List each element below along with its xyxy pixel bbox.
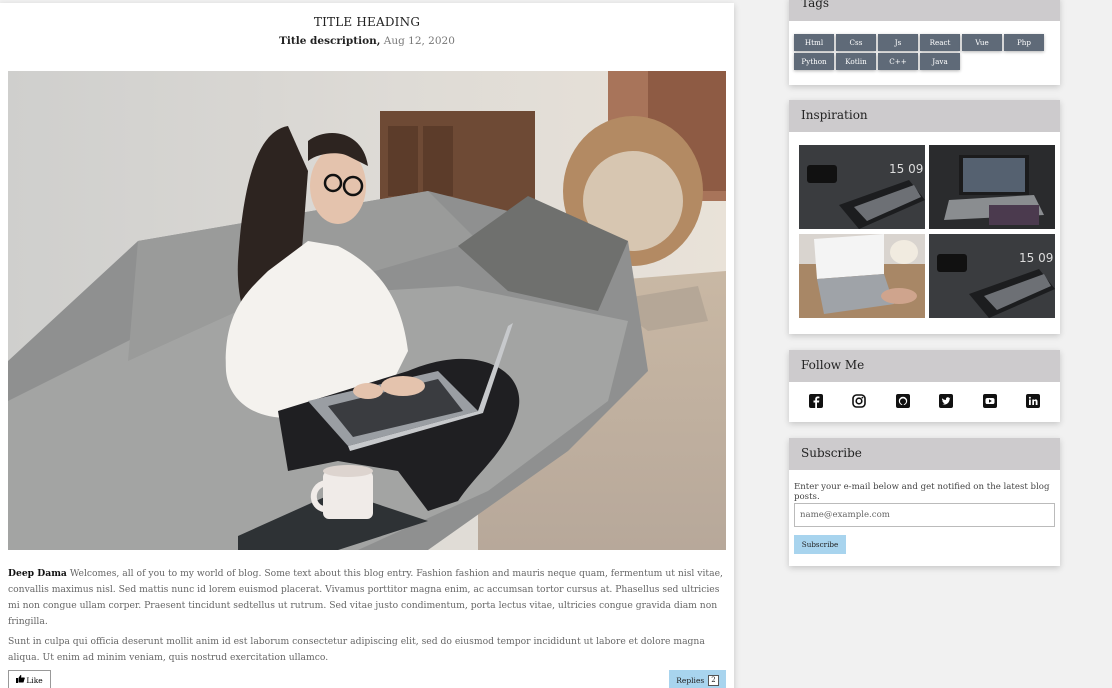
inspiration-heading: Inspiration — [789, 100, 1060, 132]
post-body: Deep Dama Welcomes, all of you to my wor… — [8, 566, 724, 670]
inspiration-card: Inspiration 15 09 15 09 — [789, 100, 1060, 334]
tag-python[interactable]: Python — [794, 53, 834, 70]
post-title: TITLE HEADING — [313, 15, 421, 29]
subscribe-card: Subscribe Enter your e-mail below and ge… — [789, 438, 1060, 566]
post-date: Aug 12, 2020 — [383, 35, 455, 47]
replies-count-badge: 2 — [708, 674, 719, 686]
linkedin-icon[interactable] — [1025, 393, 1041, 409]
twitter-icon[interactable] — [938, 393, 954, 409]
follow-heading: Follow Me — [789, 350, 1060, 382]
social-icon-row — [789, 393, 1060, 409]
follow-card: Follow Me — [789, 350, 1060, 422]
inspiration-image-3[interactable] — [799, 234, 925, 318]
replies-button[interactable]: Replies 2 — [669, 670, 726, 688]
inspiration-image-4[interactable]: 15 09 — [929, 234, 1055, 318]
subscribe-description: Enter your e-mail below and get notified… — [794, 482, 1050, 502]
tags-card: Tags Html Css Js React Vue Php Python Ko… — [789, 0, 1060, 85]
post-subtitle: Title description, Aug 12, 2020 — [0, 35, 734, 47]
youtube-icon[interactable] — [982, 393, 998, 409]
tag-list: Html Css Js React Vue Php Python Kotlin … — [794, 34, 1054, 70]
tags-heading: Tags — [789, 0, 1060, 21]
thumbs-up-icon — [16, 675, 26, 685]
post-card: TITLE HEADING Title description, Aug 12,… — [0, 3, 734, 688]
hero-image — [8, 71, 726, 550]
like-button[interactable]: Like — [8, 670, 51, 688]
subscribe-button[interactable]: Subscribe — [794, 535, 846, 554]
inspiration-image-1[interactable]: 15 09 — [799, 145, 925, 229]
email-field[interactable] — [794, 503, 1055, 527]
post-author: Deep Dama — [8, 568, 67, 579]
inspiration-gallery: 15 09 15 09 — [799, 145, 1055, 318]
tag-html[interactable]: Html — [794, 34, 834, 51]
post-paragraph-2: Sunt in culpa qui officia deserunt molli… — [8, 636, 705, 663]
tag-kotlin[interactable]: Kotlin — [836, 53, 876, 70]
svg-text:15 09: 15 09 — [889, 162, 923, 176]
tag-cpp[interactable]: C++ — [878, 53, 918, 70]
instagram-icon[interactable] — [851, 393, 867, 409]
post-description: Title description, — [279, 35, 381, 47]
tag-react[interactable]: React — [920, 34, 960, 51]
tag-php[interactable]: Php — [1004, 34, 1044, 51]
tag-css[interactable]: Css — [836, 34, 876, 51]
tag-java[interactable]: Java — [920, 53, 960, 70]
replies-label: Replies — [676, 675, 705, 685]
tag-vue[interactable]: Vue — [962, 34, 1002, 51]
inspiration-image-2[interactable] — [929, 145, 1055, 229]
post-paragraph-1: Deep Dama Welcomes, all of you to my wor… — [8, 568, 723, 627]
like-label: Like — [26, 675, 43, 685]
subscribe-heading: Subscribe — [789, 438, 1060, 470]
github-icon[interactable] — [895, 393, 911, 409]
svg-text:15 09: 15 09 — [1019, 251, 1053, 265]
facebook-icon[interactable] — [808, 393, 824, 409]
tag-js[interactable]: Js — [878, 34, 918, 51]
